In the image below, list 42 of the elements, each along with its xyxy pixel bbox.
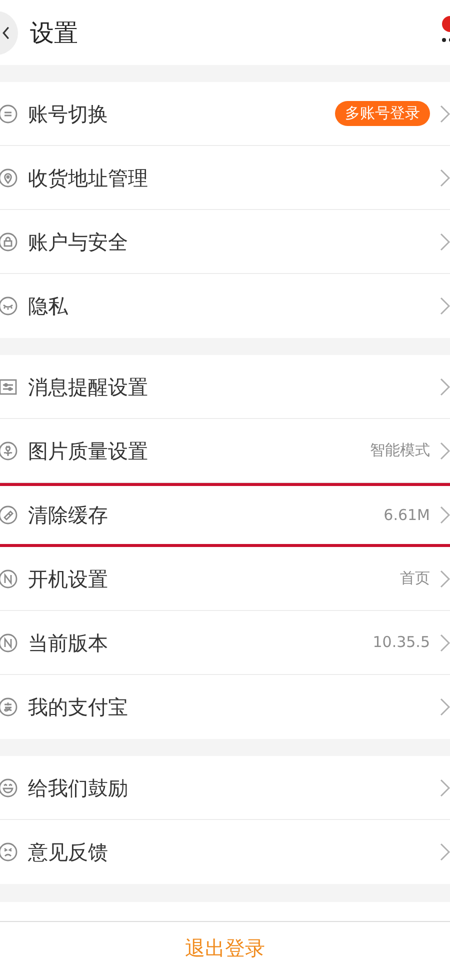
location-pin-icon	[0, 168, 18, 188]
chevron-right-icon	[440, 506, 450, 524]
chevron-right-icon	[440, 297, 450, 315]
flower-icon	[0, 440, 18, 460]
chevron-right-icon	[440, 104, 450, 122]
letter-n-icon	[0, 632, 18, 652]
row-value: 10.35.5	[372, 632, 430, 654]
row-label: 开机设置	[28, 566, 108, 592]
chevron-right-icon	[440, 378, 450, 396]
sad-face-icon	[0, 842, 18, 862]
row-label: 当前版本	[28, 630, 108, 656]
sliders-icon	[0, 376, 18, 396]
row-value: 智能模式	[370, 440, 430, 462]
row-label: 图片质量设置	[28, 438, 148, 464]
row-label: 账号切换	[28, 100, 108, 128]
chevron-right-icon	[440, 698, 450, 716]
chevron-right-icon	[440, 442, 450, 460]
chevron-right-icon	[440, 778, 450, 796]
chevron-right-icon	[440, 843, 450, 861]
row-label: 收货地址管理	[28, 164, 148, 192]
multi-account-badge: 多账号登录	[335, 101, 430, 126]
letter-n-icon	[0, 568, 18, 588]
settings-row[interactable]: 清除缓存 6.61M	[0, 483, 450, 547]
row-label: 隐私	[28, 293, 68, 320]
row-value: 6.61M	[384, 504, 430, 526]
chevron-right-icon	[440, 570, 450, 588]
row-label: 给我们鼓励	[28, 774, 128, 802]
chevron-right-icon	[440, 232, 450, 250]
chevron-right-icon	[440, 634, 450, 652]
row-label: 账户与安全	[28, 228, 128, 256]
brush-icon	[0, 505, 18, 525]
closed-eye-icon	[0, 296, 18, 316]
smile-icon	[0, 778, 18, 798]
row-label: 消息提醒设置	[28, 374, 148, 400]
page-title: 设置	[30, 18, 78, 48]
row-value: 首页	[400, 568, 430, 590]
row-label: 我的支付宝	[28, 694, 128, 721]
row-label: 意见反馈	[28, 839, 108, 866]
lock-icon	[0, 232, 18, 252]
row-label: 清除缓存	[28, 502, 108, 529]
chevron-right-icon	[440, 168, 450, 186]
payment-icon	[0, 697, 18, 717]
